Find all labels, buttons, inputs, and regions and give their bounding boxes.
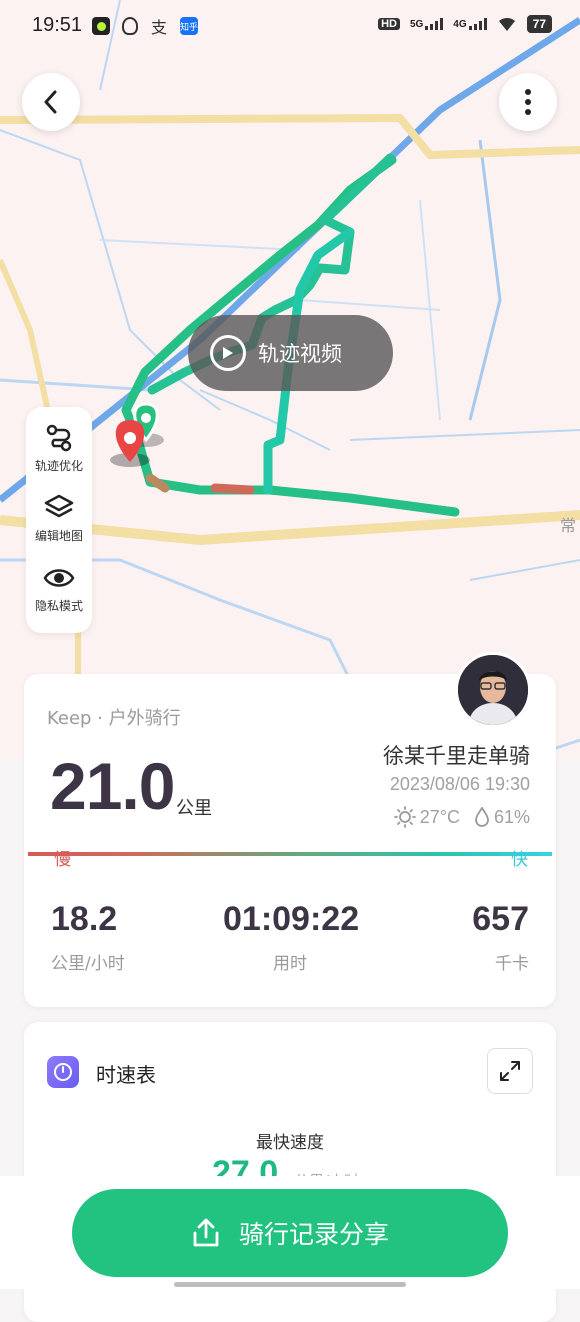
stat-calories: 657 千卡	[472, 900, 529, 974]
status-system-icons: HD 5G 4G 77	[378, 15, 552, 33]
track-video-label: 轨迹视频	[258, 342, 342, 366]
tool-label: 隐私模式	[34, 599, 83, 613]
activity-source: Keep · 户外骑行	[47, 708, 181, 729]
expand-icon	[500, 1061, 520, 1081]
share-ride-button[interactable]: 骑行记录分享	[72, 1189, 508, 1277]
share-icon	[193, 1218, 219, 1247]
eye-icon	[43, 569, 75, 587]
hd-badge: HD	[378, 18, 400, 30]
tool-label: 轨迹优化	[34, 459, 83, 473]
app-icon	[92, 17, 110, 35]
avatar[interactable]	[455, 652, 531, 728]
stat-value: 01:09:22	[223, 900, 360, 938]
stat-value: 18.2	[51, 900, 118, 938]
home-indicator[interactable]	[174, 1282, 406, 1287]
status-notification-icons: 支 知乎	[92, 17, 198, 37]
tool-privacy-mode[interactable]: 隐私模式	[26, 563, 92, 614]
temperature: 27°C	[419, 806, 460, 827]
total-distance: 21.0	[50, 749, 175, 823]
track-video-button[interactable]: 轨迹视频	[188, 315, 393, 391]
humidity: 61%	[493, 806, 530, 827]
more-options-button[interactable]	[499, 73, 557, 131]
wifi-icon	[498, 17, 515, 31]
chevron-left-icon	[44, 90, 57, 114]
stat-label: 用时	[273, 954, 307, 974]
battery-indicator: 77	[526, 15, 552, 33]
activity-datetime: 2023/08/06 19:30	[389, 774, 530, 794]
stat-label: 千卡	[495, 954, 529, 974]
signal-4g-icon: 4G	[453, 18, 487, 30]
bottom-action-bar: 骑行记录分享	[0, 1176, 580, 1289]
map-tools-panel: 轨迹优化 编辑地图 隐私模式	[26, 407, 92, 633]
share-button-label: 骑行记录分享	[238, 1220, 389, 1249]
expand-button[interactable]	[487, 1048, 533, 1094]
route-icon	[46, 424, 72, 452]
stat-label: 公里/小时	[51, 954, 125, 974]
layers-icon	[44, 494, 74, 518]
distance-unit: 公里	[176, 798, 212, 819]
stat-duration: 01:09:22 用时	[223, 900, 360, 974]
weather-info: 27°C 61%	[393, 806, 530, 828]
speed-fast-label: 快	[511, 850, 528, 870]
humidity-icon	[475, 807, 489, 827]
ride-summary-card: Keep · 户外骑行 徐某千里走单骑 2023/08/06 19:30 27°…	[24, 652, 556, 1007]
stat-value: 657	[472, 900, 529, 938]
activity-title: 徐某千里走单骑	[383, 744, 530, 768]
tool-label: 编辑地图	[34, 529, 83, 543]
play-icon	[210, 335, 246, 371]
more-vertical-icon	[525, 89, 531, 115]
signal-5g-icon: 5G	[410, 18, 444, 30]
zhihu-icon: 知乎	[180, 17, 198, 35]
max-speed-label: 最快速度	[256, 1133, 324, 1153]
speedometer-title: 时速表	[96, 1063, 156, 1087]
alipay-icon: 支	[150, 18, 167, 37]
speed-slow-label: 慢	[54, 850, 71, 870]
status-time: 19:51	[32, 14, 83, 36]
stat-avg-speed: 18.2 公里/小时	[51, 900, 125, 974]
tool-edit-map[interactable]: 编辑地图	[26, 493, 92, 544]
speed-gradient-bar	[28, 852, 552, 856]
speedometer-icon	[47, 1056, 79, 1088]
back-button[interactable]	[22, 73, 80, 131]
road-label: 常	[560, 516, 577, 535]
qq-icon	[122, 17, 138, 35]
status-bar: 19:51 支 知乎 HD 5G 4G 77	[0, 0, 580, 56]
sun-icon	[393, 806, 416, 828]
tool-track-optimize[interactable]: 轨迹优化	[26, 423, 92, 474]
